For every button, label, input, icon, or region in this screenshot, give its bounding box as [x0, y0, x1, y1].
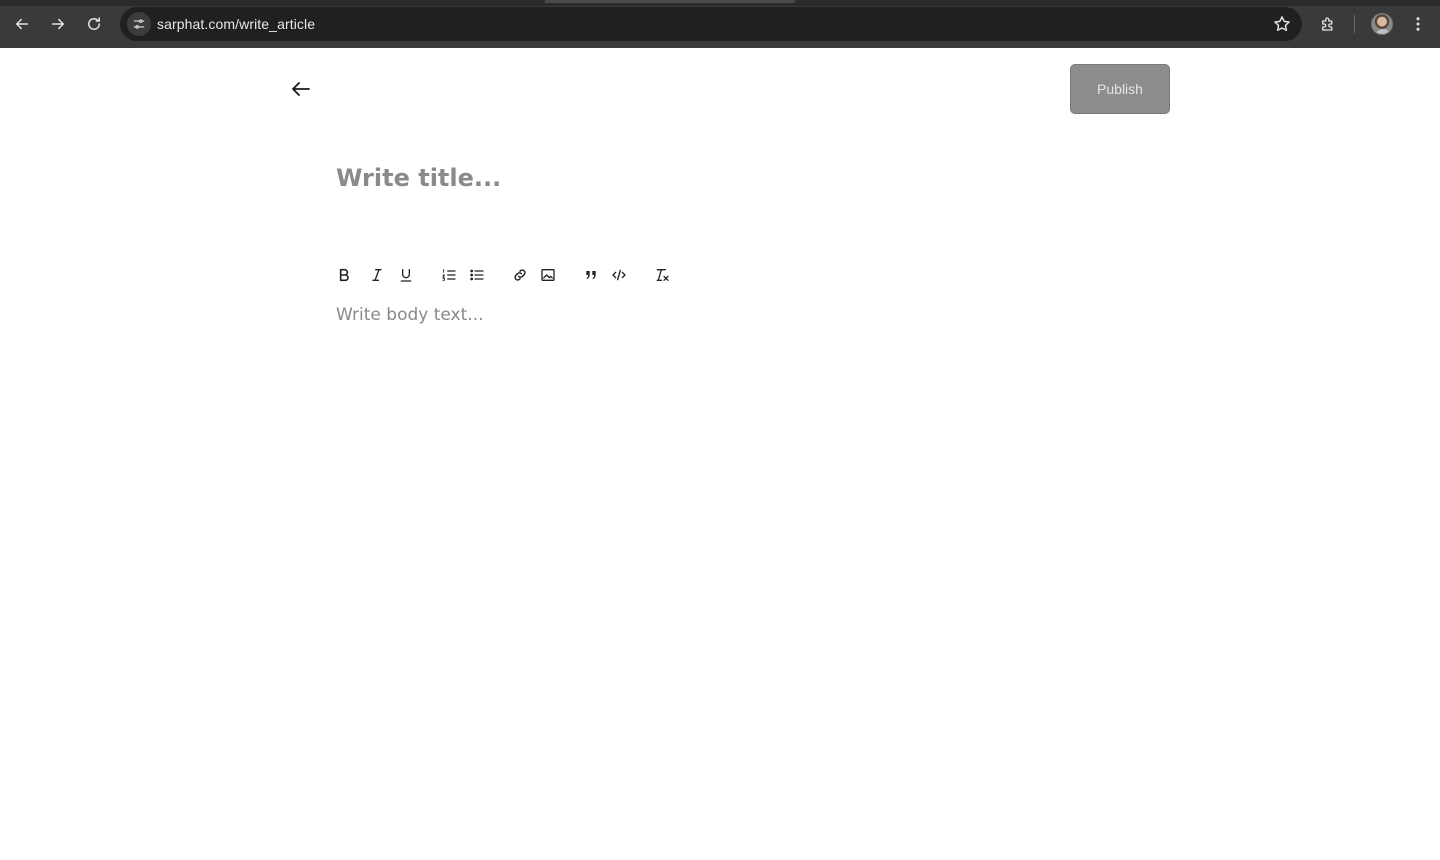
italic-button[interactable]	[366, 264, 388, 286]
more-vert-icon	[1416, 17, 1420, 31]
back-icon	[16, 18, 28, 30]
tune-icon	[133, 19, 145, 29]
star-icon	[1274, 16, 1290, 31]
forward-button[interactable]	[44, 10, 72, 38]
italic-icon	[372, 269, 382, 281]
reload-button[interactable]	[80, 10, 108, 38]
extensions-button[interactable]	[1314, 10, 1342, 38]
site-info-button[interactable]	[127, 12, 151, 36]
puzzle-icon	[1322, 17, 1333, 31]
link-icon	[514, 269, 526, 281]
editor-toolbar	[336, 264, 696, 286]
bullet-list-icon	[470, 269, 484, 281]
body-input[interactable]	[336, 305, 1096, 605]
bookmark-button[interactable]	[1272, 14, 1292, 34]
url-text[interactable]: sarphat.com/write_article	[157, 16, 315, 32]
address-bar[interactable]: sarphat.com/write_article	[120, 7, 1302, 41]
clear-format-button[interactable]	[651, 264, 673, 286]
title-input[interactable]	[336, 158, 1036, 198]
bold-icon	[339, 268, 349, 282]
publish-button[interactable]: Publish	[1070, 64, 1170, 114]
image-button[interactable]	[537, 264, 559, 286]
arrow-left-icon	[292, 82, 310, 96]
image-icon	[541, 269, 555, 281]
toolbar-separator	[1354, 15, 1355, 33]
profile-avatar[interactable]	[1371, 13, 1393, 35]
back-button[interactable]	[8, 10, 36, 38]
quote-icon	[586, 271, 596, 279]
avatar-figure	[1375, 29, 1391, 34]
bold-button[interactable]	[333, 264, 355, 286]
reload-icon	[88, 17, 100, 30]
underline-icon	[400, 269, 412, 282]
tab-indicator	[545, 0, 795, 3]
ordered-list-icon	[442, 269, 456, 281]
ordered-list-button[interactable]	[438, 264, 460, 286]
code-button[interactable]	[608, 264, 630, 286]
forward-icon	[52, 18, 64, 30]
link-button[interactable]	[509, 264, 531, 286]
bullet-list-button[interactable]	[466, 264, 488, 286]
underline-button[interactable]	[395, 264, 417, 286]
clear-format-icon	[656, 269, 669, 281]
back-nav-button[interactable]	[289, 77, 313, 101]
browser-toolbar: sarphat.com/write_article	[0, 0, 1440, 48]
tab-strip	[0, 0, 1440, 6]
code-icon	[612, 269, 626, 281]
blockquote-button[interactable]	[580, 264, 602, 286]
browser-menu-button[interactable]	[1404, 10, 1432, 38]
